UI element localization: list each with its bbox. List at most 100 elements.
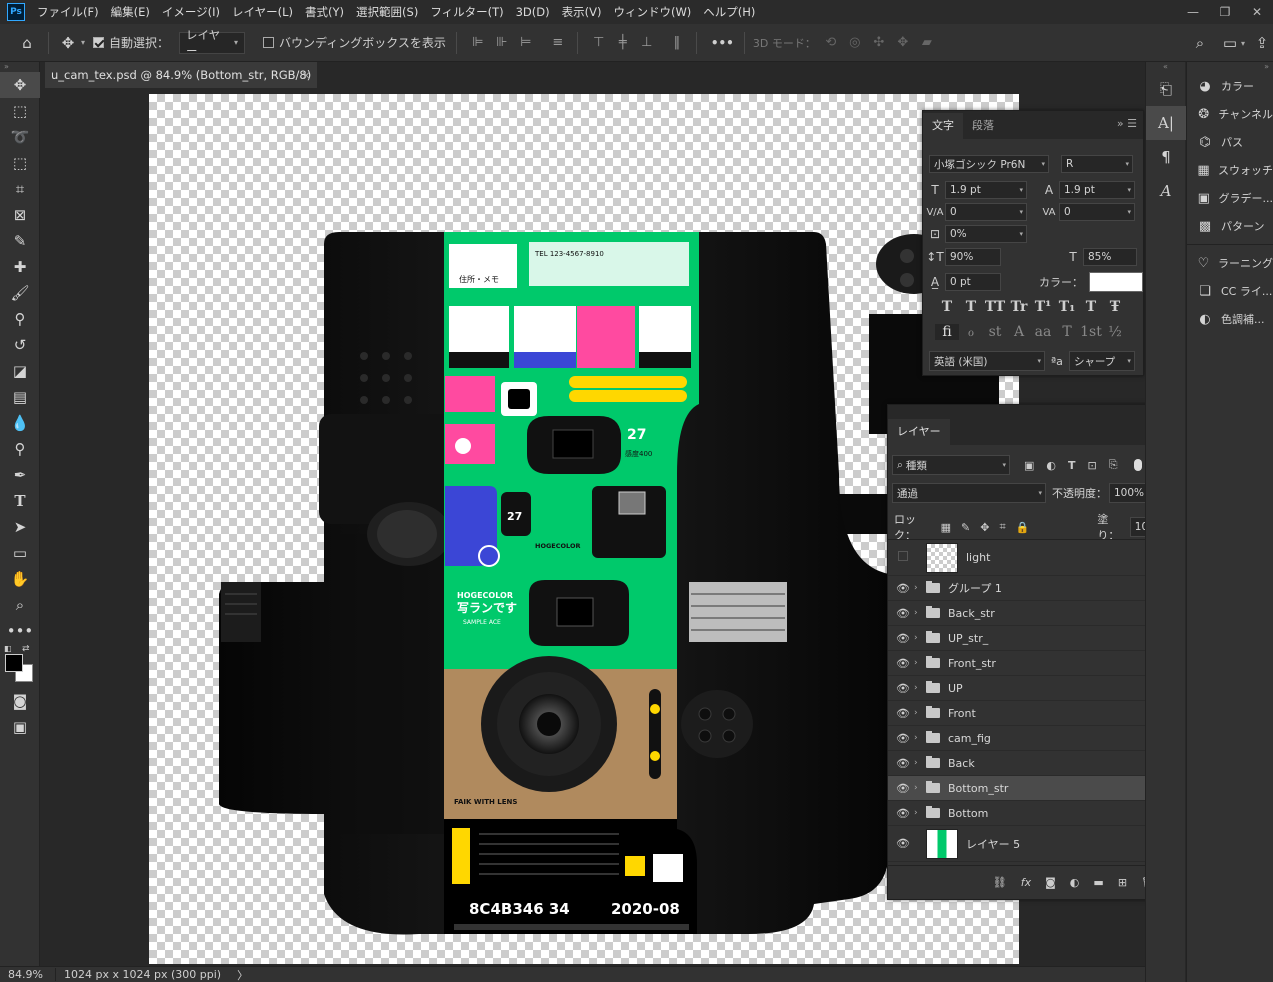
more-options-button[interactable]: ••• xyxy=(711,36,734,50)
lock-transparency-icon[interactable]: ▦ xyxy=(941,521,951,534)
eye-icon[interactable]: 👁 xyxy=(892,757,914,770)
screen-mode-icon[interactable]: ▣ xyxy=(0,714,40,740)
layer-row[interactable]: 👁 › Back xyxy=(888,751,1145,776)
opentype-button-4[interactable]: aa xyxy=(1031,324,1055,340)
layer-row[interactable]: light xyxy=(888,540,1145,576)
eye-icon[interactable]: 👁 xyxy=(892,657,914,670)
quick-mask-icon[interactable]: ◙ xyxy=(0,688,40,714)
text-style-button-4[interactable]: T¹ xyxy=(1031,299,1055,315)
text-style-button-0[interactable]: T xyxy=(935,299,959,315)
layer-filter-dropdown[interactable]: ⌕ 種類 ▾ xyxy=(892,455,1010,475)
new-layer-icon[interactable]: ⊞ xyxy=(1118,876,1127,889)
chevron-right-icon[interactable]: › xyxy=(914,633,924,643)
text-color-swatch[interactable] xyxy=(1089,272,1143,292)
fill-field[interactable]: 100%▾ xyxy=(1129,517,1145,537)
opentype-button-1[interactable]: ℴ xyxy=(959,324,983,340)
panel-item-6[interactable]: ♡ ラーニング xyxy=(1187,249,1273,277)
eye-hidden-icon[interactable] xyxy=(892,551,914,564)
document-tab[interactable]: u_cam_tex.psd @ 84.9% (Bottom_str, RGB/8… xyxy=(45,62,317,108)
paragraph-panel-icon[interactable]: ¶ xyxy=(1146,140,1186,174)
baseline-shift-field[interactable]: 0 pt xyxy=(945,273,1001,291)
layer-row[interactable]: 👁 › Bottom_str xyxy=(888,776,1145,801)
chevron-right-icon[interactable]: › xyxy=(914,783,924,793)
quick-select-tool-icon[interactable]: ⬚ xyxy=(0,150,40,176)
tab-paragraph[interactable]: 段落 xyxy=(963,113,1003,139)
panel-item-2[interactable]: ⌬ パス xyxy=(1187,128,1273,156)
align-left-icon[interactable]: ⊫ xyxy=(469,34,487,52)
text-style-button-6[interactable]: T xyxy=(1079,299,1103,315)
eye-icon[interactable]: 👁 xyxy=(892,782,914,795)
tsume-field[interactable]: 0% ▾ xyxy=(945,225,1027,243)
filter-toggle-icon[interactable] xyxy=(1133,459,1142,471)
tab-character[interactable]: 文字 xyxy=(923,113,963,139)
layer-row[interactable]: 👁 › Front xyxy=(888,701,1145,726)
chevron-right-icon[interactable]: › xyxy=(914,683,924,693)
gradient-tool-icon[interactable]: ▤ xyxy=(0,384,40,410)
filter-smart-object-icon[interactable]: ⎘ xyxy=(1109,458,1118,472)
text-style-button-7[interactable]: Ŧ xyxy=(1103,299,1127,315)
move-tool-icon[interactable]: ✥ xyxy=(0,72,40,98)
panel-item-7[interactable]: ❏ CC ライ... xyxy=(1187,277,1273,305)
align-vcenter-icon[interactable]: ╪ xyxy=(614,34,632,52)
character-panel-icon[interactable]: A| xyxy=(1146,106,1186,140)
opentype-button-2[interactable]: st xyxy=(983,324,1007,340)
swap-colors-icon[interactable]: ⇄ xyxy=(22,644,30,654)
history-brush-icon[interactable]: ↺ xyxy=(0,332,40,358)
layer-row[interactable]: 👁 › UP xyxy=(888,676,1145,701)
opentype-button-6[interactable]: 1st xyxy=(1079,324,1103,340)
eye-icon[interactable]: 👁 xyxy=(892,682,914,695)
restore-button[interactable]: ❐ xyxy=(1209,0,1241,24)
layer-row[interactable]: 👁 › cam_fig xyxy=(888,726,1145,751)
checkbox-checked-icon[interactable] xyxy=(93,37,105,48)
chevron-right-icon[interactable]: › xyxy=(914,658,924,668)
language-dropdown[interactable]: 英語 (米国) ▾ xyxy=(929,351,1045,371)
layer-row[interactable]: 👁 › Back_str xyxy=(888,601,1145,626)
layer-list[interactable]: light 👁 › グループ 1 👁 › Back_str 👁 › UP_str_ 👁 › Front_… xyxy=(888,539,1145,865)
foreground-color-swatch[interactable] xyxy=(5,654,23,672)
auto-select-checkbox[interactable]: 自動選択： xyxy=(93,34,169,51)
align-hcenter-icon[interactable]: ⊪ xyxy=(493,34,511,52)
healing-brush-icon[interactable]: ✚ xyxy=(0,254,40,280)
chevron-right-icon[interactable]: › xyxy=(914,808,924,818)
panel-item-3[interactable]: ▦ スウォッチ xyxy=(1187,156,1273,184)
menu-5[interactable]: 選択範囲(S) xyxy=(350,0,424,24)
mask-icon[interactable]: ◙ xyxy=(1045,876,1056,889)
text-style-button-3[interactable]: Tr xyxy=(1007,299,1031,315)
font-family-dropdown[interactable]: 小塚ゴシック Pr6N ▾ xyxy=(929,155,1049,173)
chevron-right-icon[interactable]: › xyxy=(914,758,924,768)
antialias-dropdown[interactable]: シャープ ▾ xyxy=(1068,351,1135,371)
stamp-tool-icon[interactable]: ⚲ xyxy=(0,306,40,332)
layer-row[interactable]: 👁 › UP_str_ xyxy=(888,626,1145,651)
eye-icon[interactable]: 👁 xyxy=(892,582,914,595)
dodge-tool-icon[interactable]: ⚲ xyxy=(0,436,40,462)
chevron-down-icon[interactable]: ▾ xyxy=(1241,39,1245,48)
eye-icon[interactable]: 👁 xyxy=(892,837,914,850)
auto-select-target-dropdown[interactable]: レイヤー ▾ xyxy=(179,28,246,58)
canvas-area[interactable]: 住所・メモ TEL 123-4567-8910 27 感度400 27 HOGE… xyxy=(41,88,1145,966)
link-icon[interactable]: ⛓ xyxy=(993,876,1007,889)
layer-row[interactable]: 👁 › グループ 1 xyxy=(888,576,1145,601)
history-panel-icon[interactable]: ⎗ xyxy=(1146,72,1186,106)
move-tool-preset-icon[interactable]: ✥ xyxy=(57,32,79,54)
eye-icon[interactable]: 👁 xyxy=(892,632,914,645)
menu-6[interactable]: フィルター(T) xyxy=(424,0,509,24)
layer-row[interactable]: 👁 › Bottom xyxy=(888,801,1145,826)
menu-7[interactable]: 3D(D) xyxy=(510,0,556,24)
text-style-button-2[interactable]: TT xyxy=(983,299,1007,315)
eraser-tool-icon[interactable]: ◪ xyxy=(0,358,40,384)
opentype-button-7[interactable]: ½ xyxy=(1103,324,1127,340)
close-tab-icon[interactable]: × xyxy=(301,62,311,88)
font-style-dropdown[interactable]: R ▾ xyxy=(1061,155,1133,173)
close-button[interactable]: ✕ xyxy=(1241,0,1273,24)
minimize-button[interactable]: — xyxy=(1177,0,1209,24)
layer-row[interactable]: 👁 › Front_str xyxy=(888,651,1145,676)
adjustment-icon[interactable]: ◐ xyxy=(1070,876,1080,889)
panel-menu-icon[interactable]: » ☰ xyxy=(1117,117,1137,130)
menu-3[interactable]: レイヤー(L) xyxy=(226,0,299,24)
collapse-chevron-icon[interactable]: « xyxy=(1146,62,1185,72)
type-tool-icon[interactable]: T xyxy=(0,488,40,514)
text-style-button-1[interactable]: T xyxy=(959,299,983,315)
dock-collapse-icon[interactable]: » xyxy=(1187,62,1273,72)
eye-icon[interactable]: 👁 xyxy=(892,732,914,745)
lock-all-icon[interactable]: 🔒 xyxy=(1016,521,1030,534)
